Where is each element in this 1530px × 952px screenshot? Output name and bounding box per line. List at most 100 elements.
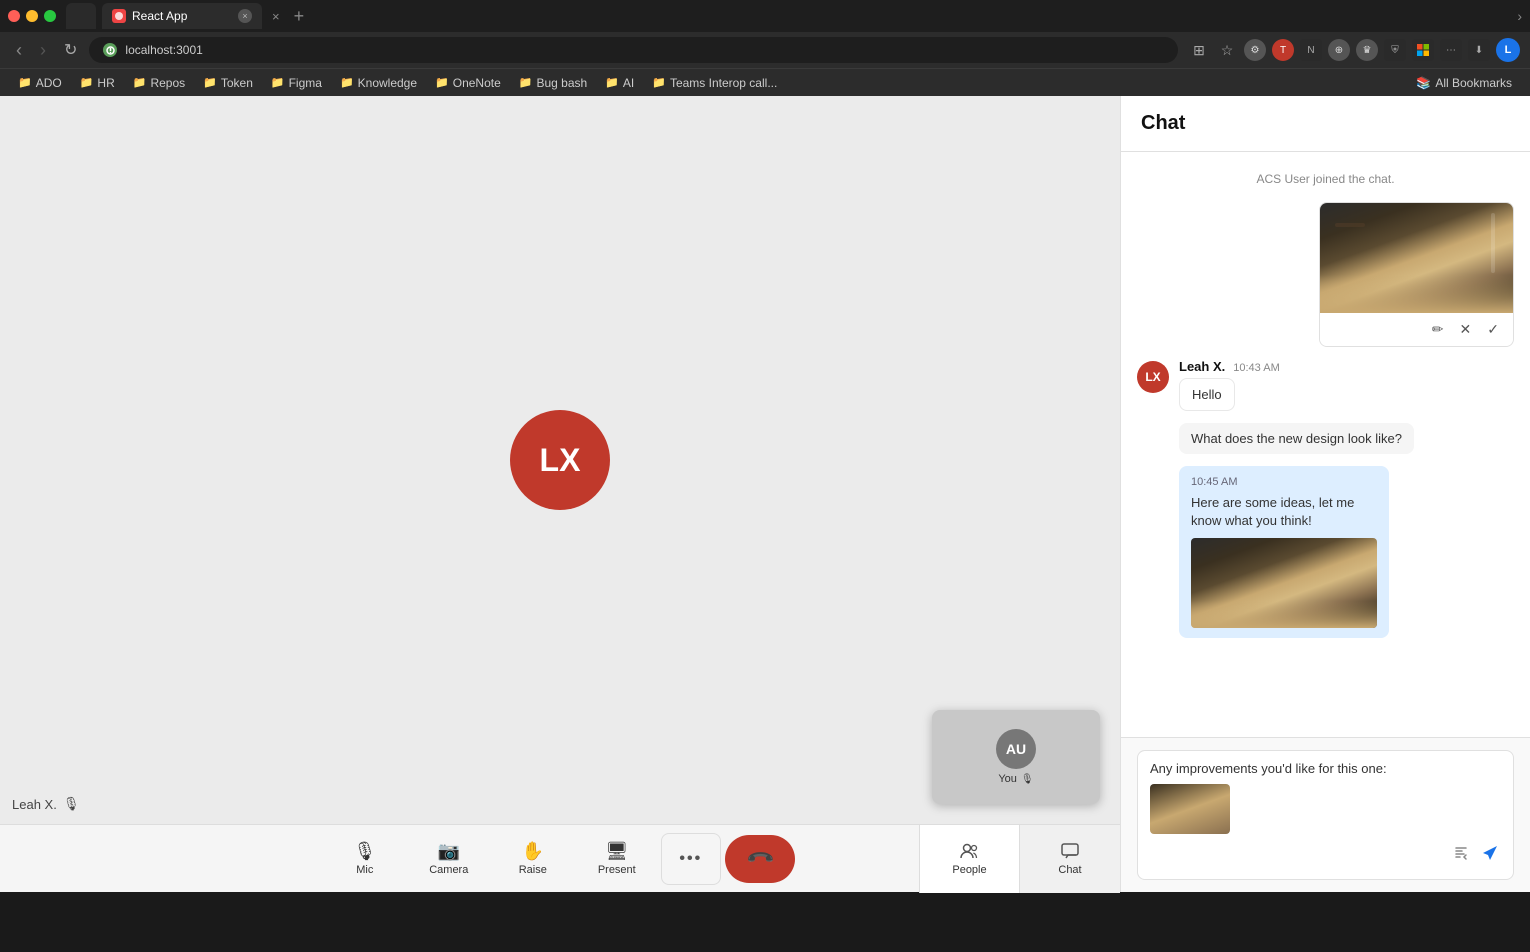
bookmark-figma[interactable]: 📁 Figma: [263, 74, 330, 92]
browser-actions: ⊞ ☆ ⚙ T N ⊕ ♛ ⛨ ⋯ ⬇ L: [1188, 38, 1520, 62]
more-button[interactable]: •••: [661, 833, 721, 885]
bookmark-label: Figma: [289, 76, 322, 90]
all-bookmarks[interactable]: 📚 All Bookmarks: [1408, 74, 1520, 92]
camera-button[interactable]: 📷 Camera: [409, 833, 489, 885]
chat-input-text[interactable]: Any improvements you'd like for this one…: [1150, 761, 1501, 776]
chat-input-value: Any improvements you'd like for this one…: [1150, 761, 1387, 776]
folder-icon: 📁: [519, 76, 533, 89]
tab-favicon: [112, 9, 126, 23]
app-content: LX Leah X. 🎙 AU You 🎙 🎙: [0, 96, 1530, 892]
message-text-3: Here are some ideas, let me know what yo…: [1191, 494, 1377, 530]
traffic-light-yellow[interactable]: [26, 10, 38, 22]
you-label: You: [998, 773, 1017, 785]
traffic-light-red[interactable]: [8, 10, 20, 22]
chat-messages-list[interactable]: ACS User joined the chat. ✏ ✕ ✓: [1121, 152, 1530, 737]
sender-name-1: Leah X.: [1179, 359, 1225, 374]
refresh-button[interactable]: ↻: [58, 36, 83, 64]
mic-icon: 🎙: [353, 841, 376, 862]
bookmarks-icon: 📚: [1416, 76, 1431, 90]
bookmark-label: OneNote: [453, 76, 501, 90]
present-label: Present: [598, 864, 636, 876]
bookmark-bugbash[interactable]: 📁 Bug bash: [511, 74, 595, 92]
bookmark-label: AI: [623, 76, 634, 90]
bookmark-ai[interactable]: 📁 AI: [597, 74, 642, 92]
end-call-button[interactable]: 📞: [725, 835, 795, 883]
site-info-icon: [103, 43, 117, 57]
bookmark-onenote[interactable]: 📁 OneNote: [427, 74, 509, 92]
bookmark-hr[interactable]: 📁 HR: [72, 74, 123, 92]
sender-avatar-lx: LX: [1137, 361, 1169, 393]
back-button[interactable]: ‹: [10, 36, 28, 65]
browser-icon-4[interactable]: ⊕: [1328, 39, 1350, 61]
send-button[interactable]: [1479, 842, 1501, 869]
bookmark-ado[interactable]: 📁 ADO: [10, 74, 70, 92]
chat-toggle-button[interactable]: Chat: [1020, 825, 1120, 893]
browser-icon-1[interactable]: ⚙: [1244, 39, 1266, 61]
bookmark-label: Knowledge: [358, 76, 417, 90]
more-icon: •••: [679, 850, 702, 868]
participant-name-label: Leah X.: [12, 797, 57, 812]
people-icon: [960, 841, 980, 861]
send-icon: [1481, 844, 1499, 862]
chat-input-box[interactable]: Any improvements you'd like for this one…: [1137, 750, 1514, 880]
browser-icon-download[interactable]: ⬇: [1468, 39, 1490, 61]
tab-inactive[interactable]: [66, 3, 96, 29]
browser-icon-6[interactable]: ⛨: [1384, 39, 1406, 61]
present-icon: 🖥: [605, 841, 628, 862]
bookmark-label: ADO: [36, 76, 62, 90]
chat-input-area: Any improvements you'd like for this one…: [1121, 737, 1530, 892]
confirm-image-button[interactable]: ✓: [1483, 319, 1503, 340]
message-plain-2: What does the new design look like?: [1179, 423, 1414, 454]
message-kitchen-image: [1191, 538, 1377, 628]
bookmark-teams[interactable]: 📁 Teams Interop call...: [644, 74, 785, 92]
profile-avatar[interactable]: L: [1496, 38, 1520, 62]
cancel-image-button[interactable]: ✕: [1456, 319, 1476, 340]
people-button[interactable]: People: [920, 825, 1020, 893]
traffic-light-green[interactable]: [44, 10, 56, 22]
chat-panel-header: Chat: [1121, 96, 1530, 152]
message-bubble-1: Hello: [1179, 378, 1235, 411]
browser-icon-ms[interactable]: [1412, 39, 1434, 61]
folder-icon: 📁: [133, 76, 147, 89]
browser-chrome: React App × × + › ‹ › ↻ localhost:3001 ⊞…: [0, 0, 1530, 96]
address-bar[interactable]: localhost:3001: [89, 37, 1178, 63]
mic-button[interactable]: 🎙 Mic: [325, 833, 405, 885]
message-header-1: Leah X. 10:43 AM: [1179, 359, 1280, 374]
edit-image-button[interactable]: ✏: [1428, 319, 1448, 340]
mic-off-icon: 🎙: [63, 796, 80, 812]
chat-message-1: LX Leah X. 10:43 AM Hello: [1137, 359, 1514, 411]
self-initials: AU: [1006, 741, 1026, 757]
folder-icon: 📁: [271, 76, 285, 89]
call-controls-bar: 🎙 Mic 📷 Camera ✋ Raise 🖥 Present ••• 📞: [0, 824, 1120, 892]
browser-icon-ext[interactable]: ⋯: [1440, 39, 1462, 61]
browser-icon-2[interactable]: T: [1272, 39, 1294, 61]
folder-icon: 📁: [605, 76, 619, 89]
format-button[interactable]: [1451, 843, 1471, 868]
message-text-1: Hello: [1192, 387, 1222, 402]
browser-icon-5[interactable]: ♛: [1356, 39, 1378, 61]
browser-icon-3[interactable]: N: [1300, 39, 1322, 61]
raise-label: Raise: [519, 864, 547, 876]
folder-icon: 📁: [340, 76, 354, 89]
participant-avatar: LX: [510, 410, 610, 510]
extensions-icon[interactable]: ⊞: [1188, 39, 1210, 61]
forward-button[interactable]: ›: [34, 36, 52, 65]
chat-input-actions: [1150, 842, 1501, 869]
raise-button[interactable]: ✋ Raise: [493, 833, 573, 885]
chat-input-image-preview: [1150, 784, 1230, 834]
bookmark-repos[interactable]: 📁 Repos: [125, 74, 193, 92]
message-text-2: What does the new design look like?: [1191, 431, 1402, 446]
tab-title: React App: [132, 9, 232, 23]
bookmarks-bar: 📁 ADO 📁 HR 📁 Repos 📁 Token 📁 Figma 📁 Kno…: [0, 68, 1530, 96]
tab-close-x[interactable]: ×: [268, 9, 284, 24]
tab-bar: React App × × + ›: [0, 0, 1530, 32]
bookmark-knowledge[interactable]: 📁 Knowledge: [332, 74, 425, 92]
tab-active[interactable]: React App ×: [102, 3, 262, 29]
favorites-icon[interactable]: ☆: [1216, 39, 1238, 61]
camera-icon: 📷: [438, 841, 460, 862]
folder-icon: 📁: [18, 76, 32, 89]
new-tab-button[interactable]: +: [290, 6, 309, 27]
call-main-view: LX Leah X. 🎙 AU You 🎙: [0, 96, 1120, 824]
bookmark-token[interactable]: 📁 Token: [195, 74, 261, 92]
present-button[interactable]: 🖥 Present: [577, 833, 657, 885]
